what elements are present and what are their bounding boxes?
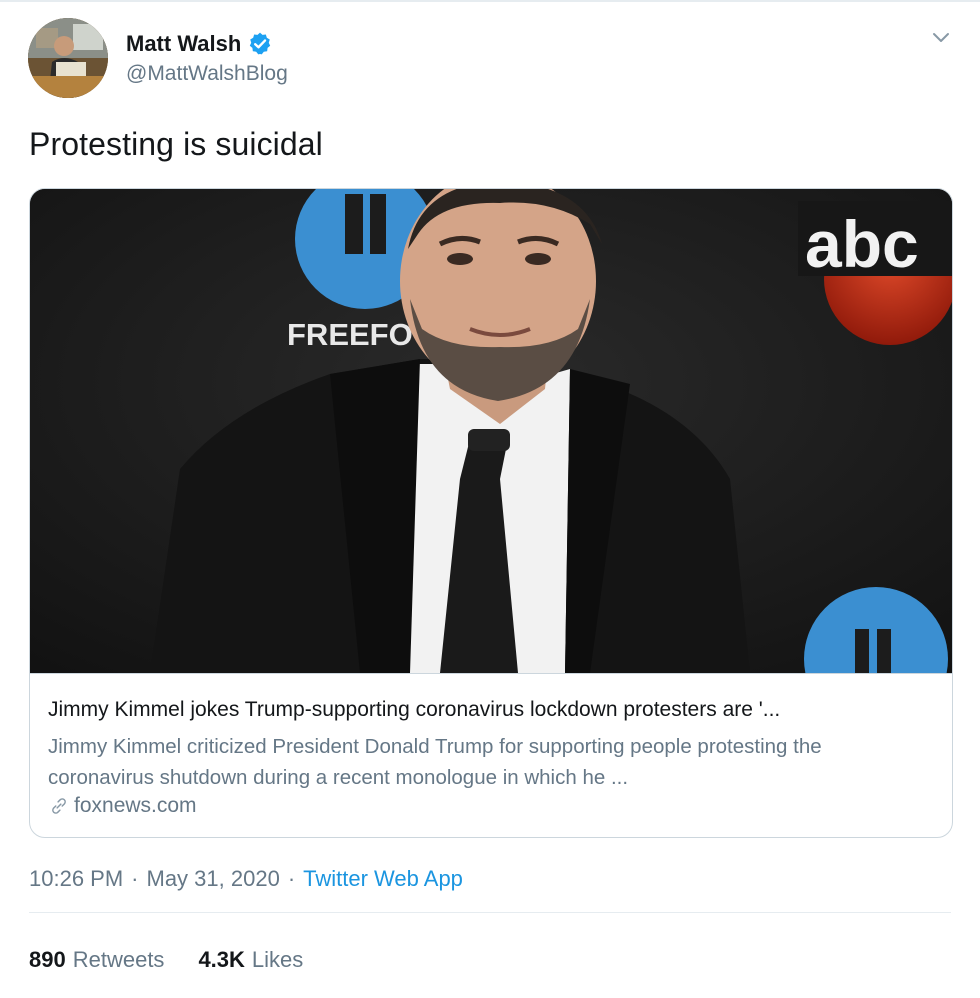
tweet-source[interactable]: Twitter Web App [303,866,463,892]
card-description: Jimmy Kimmel criticized President Donald… [48,735,822,789]
avatar-image [28,18,108,98]
likes-count: 4.3K [198,947,245,972]
backdrop-text: FREEFO [287,317,413,352]
link-card[interactable]: FREEFO abc Jimmy Kimmel jokes Trump-supp… [29,188,953,838]
author-block: Matt Walsh @MattWalshBlog [126,30,288,86]
retweets-label: Retweets [72,947,165,972]
meta-separator: · [131,866,139,891]
tweet-container: Matt Walsh @MattWalshBlog Protesting is … [0,0,980,998]
verified-badge-icon [250,32,271,55]
card-domain-text: foxnews.com [74,794,197,817]
likes-stat[interactable]: 4.3K Likes [198,947,303,973]
author-name[interactable]: Matt Walsh [126,31,241,57]
stats-divider [29,912,951,913]
tweet-text: Protesting is suicidal [29,126,323,162]
author-handle[interactable]: @MattWalshBlog [126,62,288,86]
tweet-meta: 10:26 PM · May 31, 2020 · Twitter Web Ap… [29,866,463,892]
tweet-date[interactable]: May 31, 2020 [147,866,280,892]
likes-label: Likes [251,947,304,972]
top-divider [0,0,980,2]
card-title[interactable]: Jimmy Kimmel jokes Trump-supporting coro… [48,698,938,722]
tweet-time[interactable]: 10:26 PM [29,866,123,892]
chevron-down-icon[interactable] [930,28,952,46]
avatar[interactable] [28,18,108,98]
retweets-stat[interactable]: 890 Retweets [29,947,164,973]
card-body[interactable]: Jimmy Kimmel jokes Trump-supporting coro… [30,673,952,837]
card-photo: FREEFO abc [30,189,952,673]
card-image[interactable]: FREEFO abc [30,189,952,673]
meta-separator-2: · [287,866,296,891]
retweets-count: 890 [29,947,66,972]
abc-logo-text: abc [805,207,919,281]
link-icon [52,798,66,814]
tweet-stats: 890 Retweets 4.3K Likes [29,947,337,973]
card-domain: foxnews.com [48,794,197,818]
